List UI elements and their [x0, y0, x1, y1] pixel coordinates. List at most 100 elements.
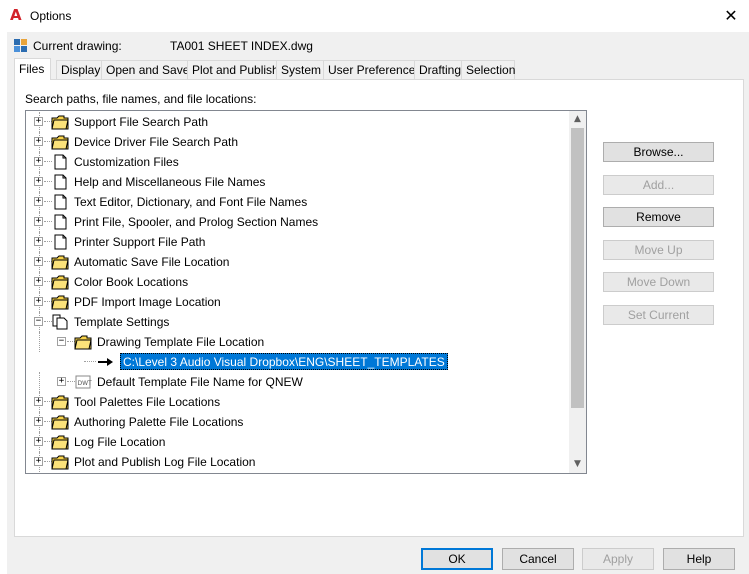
tree-item-label: Default Template File Name for QNEW [97, 375, 303, 389]
current-drawing-label: Current drawing: [33, 39, 122, 53]
expand-plus-icon[interactable]: + [34, 397, 43, 406]
tree-item[interactable]: + Help and Miscellaneous File Names [26, 172, 566, 192]
dwt-file-icon: DWT [75, 375, 93, 389]
search-paths-label: Search paths, file names, and file locat… [25, 92, 257, 106]
tab-display[interactable]: Display [56, 60, 102, 79]
tree-item-label: Drawing Template File Location [97, 335, 265, 349]
autocad-app-icon: A [10, 6, 22, 24]
tree-item-label: PDF Import Image Location [74, 295, 221, 309]
tab-plot-and-publish[interactable]: Plot and Publish [187, 60, 279, 79]
ok-button[interactable]: OK [421, 548, 493, 570]
add-button[interactable]: Add... [603, 175, 714, 195]
tree-item[interactable]: + Log File Location [26, 432, 566, 452]
current-drawing-name: TA001 SHEET INDEX.dwg [170, 39, 313, 53]
document-icon [54, 154, 67, 170]
tab-selection[interactable]: Selection [461, 60, 515, 79]
document-icon [54, 194, 67, 210]
expand-plus-icon[interactable]: + [34, 237, 43, 246]
expand-plus-icon[interactable]: + [34, 277, 43, 286]
folder-icon [74, 335, 92, 350]
tree-item[interactable]: + Device Driver File Search Path [26, 132, 566, 152]
collapse-minus-icon[interactable]: − [34, 317, 43, 326]
tab-user-preferences[interactable]: User Preferences [323, 60, 425, 79]
browse-button[interactable]: Browse... [603, 142, 714, 162]
tree-item-label: Text Editor, Dictionary, and Font File N… [74, 195, 308, 209]
expand-plus-icon[interactable]: + [34, 217, 43, 226]
help-button[interactable]: Help [663, 548, 735, 570]
tree-item-label: Print File, Spooler, and Prolog Section … [74, 215, 319, 229]
scroll-thumb[interactable] [571, 128, 584, 408]
cancel-button[interactable]: Cancel [502, 548, 574, 570]
window-title: Options [30, 9, 72, 23]
remove-button[interactable]: Remove [603, 207, 714, 227]
documents-icon [52, 314, 68, 330]
arrow-icon [98, 358, 113, 366]
tree-item-label: Tool Palettes File Locations [74, 395, 221, 409]
tree-item-label: Log File Location [74, 435, 166, 449]
document-icon [54, 234, 67, 250]
tree-item[interactable]: + Authoring Palette File Locations [26, 412, 566, 432]
scroll-down-arrow-icon[interactable]: ▼ [569, 456, 586, 473]
move-up-button[interactable]: Move Up [603, 240, 714, 260]
tree-item[interactable]: + Plot and Publish Log File Location [26, 452, 566, 472]
tree-guide-line [84, 361, 96, 362]
folder-icon [51, 395, 69, 410]
tab-files[interactable]: Files [14, 58, 51, 80]
folder-icon [51, 135, 69, 150]
document-icon [54, 214, 67, 230]
tree-item[interactable]: + Customization Files [26, 152, 566, 172]
tree-item-label: Printer Support File Path [74, 235, 206, 249]
expand-plus-icon[interactable]: + [34, 197, 43, 206]
tree-item[interactable]: + DWT Default Template File Name for QNEW [26, 372, 566, 392]
collapse-minus-icon[interactable]: − [57, 337, 66, 346]
tree-item[interactable]: + Color Book Locations [26, 272, 566, 292]
expand-plus-icon[interactable]: + [34, 137, 43, 146]
tree-item[interactable]: C:\Level 3 Audio Visual Dropbox\ENG\SHEE… [26, 352, 566, 372]
tree-item-label: Plot and Publish Log File Location [74, 455, 256, 469]
expand-plus-icon[interactable]: + [34, 117, 43, 126]
tab-system[interactable]: System [276, 60, 324, 79]
move-down-button[interactable]: Move Down [603, 272, 714, 292]
tree-item-label: Support File Search Path [74, 115, 209, 129]
tree-item[interactable]: − Drawing Template File Location [26, 332, 566, 352]
tree-item[interactable]: − Template Settings [26, 312, 566, 332]
expand-plus-icon[interactable]: + [34, 257, 43, 266]
tree-item-label: Customization Files [74, 155, 179, 169]
expand-plus-icon[interactable]: + [34, 177, 43, 186]
tree-item-label: Template Settings [74, 315, 170, 329]
file-locations-tree[interactable]: + Plot and Publish Log File Location + Log … [25, 110, 587, 474]
tree-item-label: Authoring Palette File Locations [74, 415, 244, 429]
folder-icon [51, 415, 69, 430]
tree-item[interactable]: + Support File Search Path [26, 112, 566, 132]
expand-plus-icon[interactable]: + [34, 417, 43, 426]
tree-item[interactable]: + Text Editor, Dictionary, and Font File … [26, 192, 566, 212]
expand-plus-icon[interactable]: + [34, 157, 43, 166]
tree-scrollbar[interactable]: ▲ ▼ [569, 111, 586, 473]
tree-item[interactable]: + PDF Import Image Location [26, 292, 566, 312]
folder-icon [51, 435, 69, 450]
drawing-icon [14, 39, 27, 52]
expand-plus-icon[interactable]: + [34, 297, 43, 306]
document-icon [54, 174, 67, 190]
tree-item[interactable]: + Tool Palettes File Locations [26, 392, 566, 412]
svg-text:DWT: DWT [78, 380, 93, 387]
tree-item-label: Help and Miscellaneous File Names [74, 175, 266, 189]
folder-icon [51, 295, 69, 310]
tree-item[interactable]: + Automatic Save File Location [26, 252, 566, 272]
close-icon[interactable]: ✕ [713, 0, 749, 32]
selected-path-label: C:\Level 3 Audio Visual Dropbox\ENG\SHEE… [120, 353, 448, 370]
expand-plus-icon[interactable]: + [57, 377, 66, 386]
set-current-button[interactable]: Set Current [603, 305, 714, 325]
title-bar[interactable]: A Options ✕ [0, 0, 749, 32]
tab-drafting[interactable]: Drafting [414, 60, 462, 79]
tab-open-and-save[interactable]: Open and Save [101, 60, 189, 79]
tree-item-label: Automatic Save File Location [74, 255, 230, 269]
folder-icon [51, 455, 69, 470]
tree-item[interactable]: + Print File, Spooler, and Prolog Section… [26, 212, 566, 232]
expand-plus-icon[interactable]: + [34, 457, 43, 466]
apply-button[interactable]: Apply [582, 548, 654, 570]
tree-guide-line [39, 372, 40, 392]
tree-item[interactable]: + Printer Support File Path [26, 232, 566, 252]
expand-plus-icon[interactable]: + [34, 437, 43, 446]
scroll-up-arrow-icon[interactable]: ▲ [569, 111, 586, 128]
